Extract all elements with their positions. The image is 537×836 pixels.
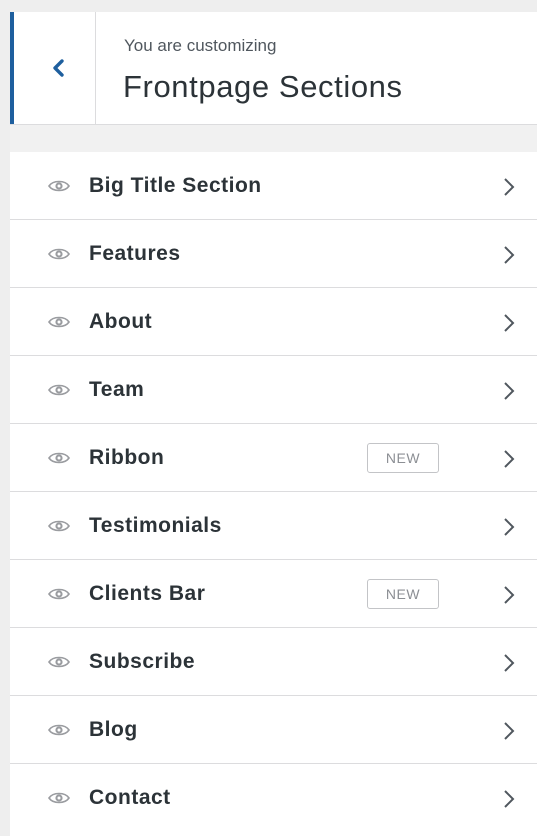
new-badge: NEW [367, 579, 439, 609]
eye-icon[interactable] [48, 587, 70, 601]
eye-icon[interactable] [48, 383, 70, 397]
sections-list: Big Title Section Features About Team Ribbon… [10, 152, 537, 836]
chevron-right-icon [504, 314, 515, 332]
chevron-right-icon [504, 586, 515, 604]
section-label: Big Title Section [89, 174, 262, 197]
eye-icon[interactable] [48, 791, 70, 805]
section-item[interactable]: Contact [10, 764, 537, 836]
section-label: Contact [89, 786, 171, 809]
section-item[interactable]: Clients Bar NEW [10, 560, 537, 628]
section-label: About [89, 310, 153, 333]
section-item[interactable]: Features [10, 220, 537, 288]
section-item[interactable]: Ribbon NEW [10, 424, 537, 492]
new-badge: NEW [367, 443, 439, 473]
customizing-label: You are customizing [124, 36, 277, 55]
panel-header: You are customizing Frontpage Sections [10, 12, 537, 125]
section-label: Features [89, 242, 181, 265]
panel-title: Frontpage Sections [123, 69, 403, 104]
eye-icon[interactable] [48, 315, 70, 329]
section-label: Blog [89, 718, 138, 741]
chevron-right-icon [504, 722, 515, 740]
section-item[interactable]: Subscribe [10, 628, 537, 696]
section-item[interactable]: About [10, 288, 537, 356]
section-item[interactable]: Blog [10, 696, 537, 764]
section-label: Ribbon [89, 446, 165, 469]
chevron-right-icon [504, 654, 515, 672]
chevron-left-icon [53, 59, 64, 77]
chevron-right-icon [504, 518, 515, 536]
eye-icon[interactable] [48, 655, 70, 669]
eye-icon[interactable] [48, 179, 70, 193]
chevron-right-icon [504, 382, 515, 400]
eye-icon[interactable] [48, 519, 70, 533]
section-label: Team [89, 378, 145, 401]
eye-icon[interactable] [48, 723, 70, 737]
section-label: Clients Bar [89, 582, 206, 605]
section-label: Testimonials [89, 514, 222, 537]
section-item[interactable]: Team [10, 356, 537, 424]
eye-icon[interactable] [48, 451, 70, 465]
section-item[interactable]: Testimonials [10, 492, 537, 560]
chevron-right-icon [504, 450, 515, 468]
eye-icon[interactable] [48, 247, 70, 261]
chevron-right-icon [504, 178, 515, 196]
section-item[interactable]: Big Title Section [10, 152, 537, 220]
chevron-right-icon [504, 790, 515, 808]
chevron-right-icon [504, 246, 515, 264]
section-label: Subscribe [89, 650, 196, 673]
customizer-panel: You are customizing Frontpage Sections B… [10, 12, 537, 836]
back-button[interactable] [10, 12, 96, 124]
